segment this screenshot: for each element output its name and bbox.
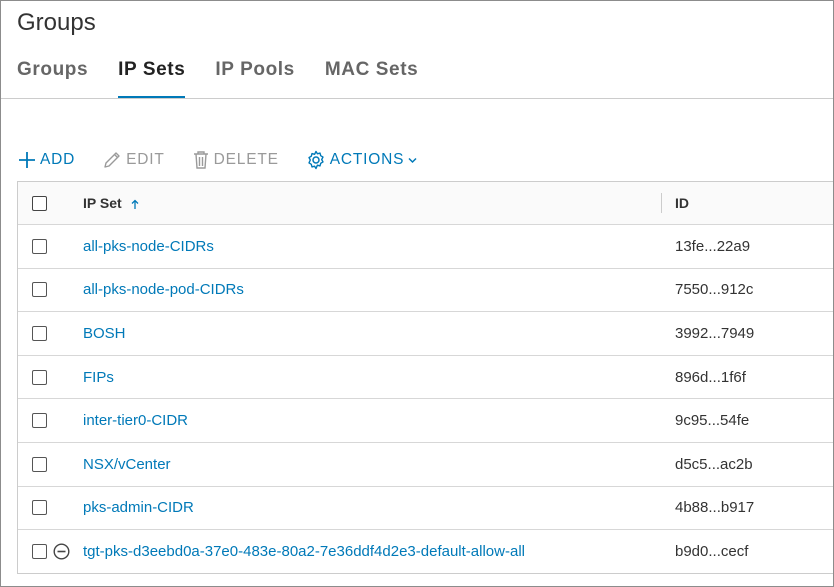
ip-set-name-link[interactable]: NSX/vCenter [83, 456, 171, 473]
edit-button-label: EDIT [126, 151, 165, 168]
ip-sets-datagrid: IP Set ID all-pks-node-CIDRs 13fe...22a9… [17, 181, 833, 574]
tab-groups[interactable]: Groups [17, 57, 88, 99]
column-header-ip-set[interactable]: IP Set [83, 195, 139, 211]
tab-ip-pools[interactable]: IP Pools [215, 57, 294, 99]
window-frame: Groups Groups IP Sets IP Pools MAC Sets … [0, 0, 834, 587]
actions-button-label: ACTIONS [329, 151, 405, 168]
ip-set-id: 3992...7949 [675, 324, 755, 342]
row-checkbox[interactable] [32, 369, 47, 385]
ip-set-id: 4b88...b917 [675, 499, 755, 517]
table-row: BOSH 3992...7949 [18, 311, 833, 355]
ip-set-name-link[interactable]: pks-admin-CIDR [83, 499, 194, 516]
ip-set-id: b9d0...cecf [675, 542, 749, 560]
row-checkbox[interactable] [32, 238, 47, 254]
table-row: all-pks-node-CIDRs 13fe...22a9 [18, 224, 833, 268]
column-resize-handle[interactable] [661, 193, 662, 213]
edit-button[interactable]: EDIT [102, 150, 165, 170]
plus-icon [18, 151, 36, 169]
toolbar: ADD EDIT DELETE ACTIONS [18, 147, 444, 173]
sort-ascending-icon [131, 199, 139, 210]
row-checkbox[interactable] [32, 413, 47, 429]
ip-set-name-link[interactable]: all-pks-node-CIDRs [83, 238, 214, 255]
table-row: tgt-pks-d3eebd0a-37e0-483e-80a2-7e36ddf4… [18, 529, 833, 573]
table-row: NSX/vCenter d5c5...ac2b [18, 441, 833, 486]
add-button-label: ADD [40, 151, 76, 168]
ip-set-id: 9c95...54fe [675, 412, 750, 430]
tab-bar: Groups IP Sets IP Pools MAC Sets [17, 57, 448, 99]
table-row: FIPs 896d...1f6f [18, 354, 833, 399]
add-button[interactable]: ADD [18, 151, 75, 169]
column-header-ip-set-label: IP Set [83, 195, 122, 211]
row-checkbox[interactable] [32, 325, 47, 341]
row-checkbox[interactable] [32, 282, 47, 298]
column-header-id[interactable]: ID [675, 195, 689, 211]
chevron-down-icon [408, 156, 417, 165]
ip-set-id: 896d...1f6f [675, 368, 746, 386]
ip-set-id: 13fe...22a9 [675, 237, 751, 255]
select-all-checkbox[interactable] [32, 195, 47, 211]
tab-ip-sets[interactable]: IP Sets [118, 57, 186, 99]
ip-set-name-link[interactable]: all-pks-node-pod-CIDRs [83, 281, 244, 298]
ip-set-name-link[interactable]: BOSH [83, 325, 126, 342]
protected-object-icon [53, 543, 70, 560]
page-title: Groups [17, 9, 96, 36]
ip-set-name-link[interactable]: tgt-pks-d3eebd0a-37e0-483e-80a2-7e36ddf4… [83, 543, 525, 560]
trash-icon [192, 150, 210, 170]
actions-dropdown-button[interactable]: ACTIONS [306, 150, 418, 170]
delete-button-label: DELETE [213, 151, 279, 168]
ip-set-id: d5c5...ac2b [675, 455, 753, 473]
table-row: pks-admin-CIDR 4b88...b917 [18, 485, 833, 530]
delete-button[interactable]: DELETE [192, 150, 279, 170]
ip-set-id: 7550...912c [675, 281, 754, 299]
tab-mac-sets[interactable]: MAC Sets [325, 57, 418, 99]
row-checkbox[interactable] [32, 543, 47, 559]
tabs-divider [1, 98, 833, 99]
table-row: inter-tier0-CIDR 9c95...54fe [18, 398, 833, 442]
gear-icon [306, 150, 326, 170]
table-row: all-pks-node-pod-CIDRs 7550...912c [18, 267, 833, 312]
ip-set-name-link[interactable]: FIPs [83, 369, 114, 386]
pencil-icon [102, 150, 122, 170]
row-checkbox[interactable] [32, 500, 47, 516]
table-header-row: IP Set ID [18, 182, 833, 224]
row-checkbox[interactable] [32, 456, 47, 472]
ip-set-name-link[interactable]: inter-tier0-CIDR [83, 412, 188, 429]
